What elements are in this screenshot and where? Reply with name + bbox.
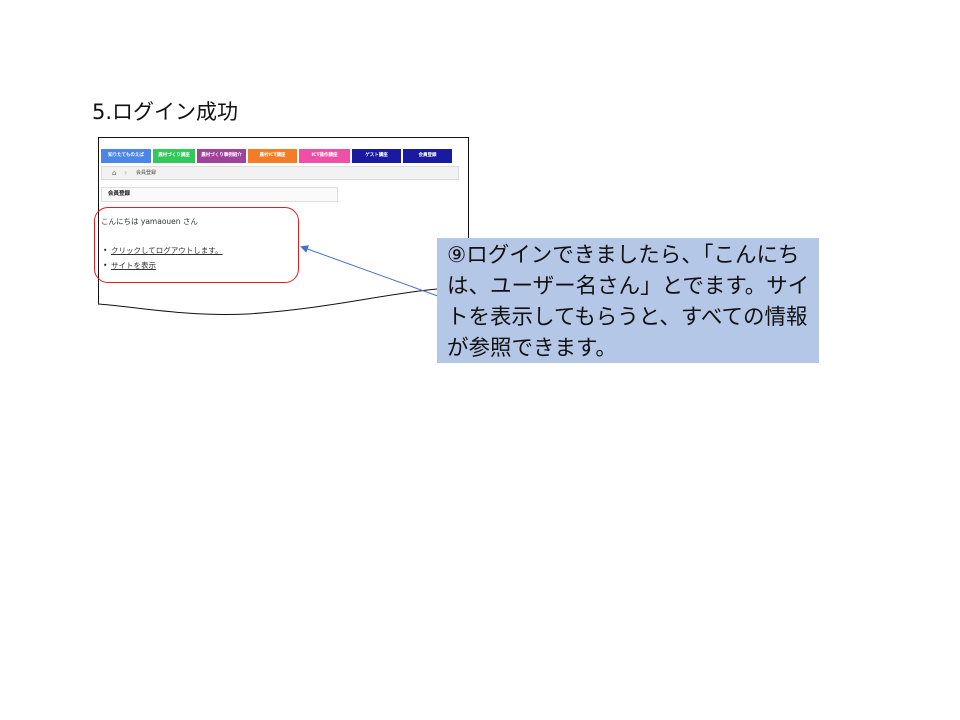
callout-box: ⑨ログインできましたら、「こんにちは、ユーザー名さん」とでます。サイトを表示して… [437, 238, 819, 363]
